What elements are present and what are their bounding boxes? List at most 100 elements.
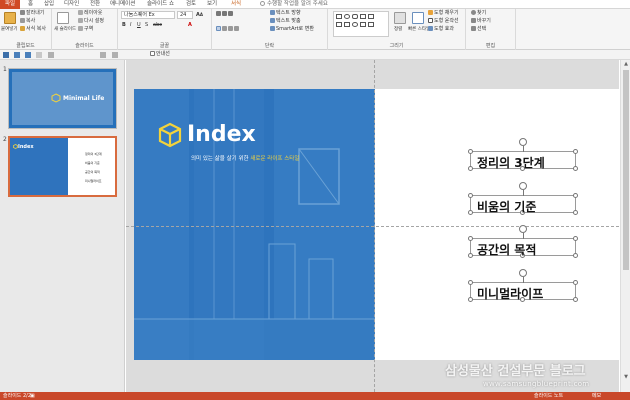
notes-button[interactable]: 슬라이드 노트 xyxy=(534,392,563,400)
scroll-down-icon[interactable]: ▼ xyxy=(623,374,629,380)
quick-styles-button[interactable]: 빠른 스타일 xyxy=(408,26,430,33)
current-slide[interactable]: Index 의미 있는 삶을 살기 위한 새로운 라이프 스타일 xyxy=(134,89,620,360)
select-button[interactable]: 선택 xyxy=(471,26,486,33)
qat-shape-icon[interactable] xyxy=(100,52,106,58)
shape-fill-button[interactable]: 도형 채우기 xyxy=(428,10,459,17)
slide-subtitle[interactable]: 의미 있는 삶을 살기 위한 새로운 라이프 스타일 xyxy=(191,154,299,162)
tab-view[interactable]: 보기 xyxy=(207,0,217,9)
resize-handle[interactable] xyxy=(468,236,473,241)
tab-design[interactable]: 디자인 xyxy=(64,0,79,9)
qat-text-icon[interactable] xyxy=(112,52,118,58)
resize-handle[interactable] xyxy=(573,236,578,241)
rectangle-shape-icon[interactable] xyxy=(336,14,342,19)
resize-handle[interactable] xyxy=(573,297,578,302)
tell-me-box[interactable]: 수행할 작업을 알려 주세요 xyxy=(260,0,328,9)
tab-home[interactable]: 홈 xyxy=(28,0,33,9)
slide-thumbnail-2[interactable]: Index 정리의 3단계 비움의 기준 공간의 목적 미니멀라이프 xyxy=(8,136,117,197)
copy-label: 복사 xyxy=(26,18,36,24)
rotate-handle[interactable] xyxy=(519,269,527,277)
oval-shape-icon[interactable] xyxy=(344,14,350,19)
comments-button[interactable]: 메모 xyxy=(592,392,601,400)
rotate-handle[interactable] xyxy=(519,138,527,146)
italic-button[interactable]: I xyxy=(130,22,131,29)
font-name-dropdown[interactable]: 나눔스퀘어 Ex xyxy=(121,11,175,19)
resize-handle[interactable] xyxy=(468,210,473,215)
shape-effects-button[interactable]: 도형 효과 xyxy=(428,26,454,33)
slide-title[interactable]: Index xyxy=(187,122,256,147)
slideshow-start-icon[interactable] xyxy=(36,52,42,58)
callout-shape-icon[interactable] xyxy=(368,22,374,27)
smartart-button[interactable]: SmartArt로 변환 xyxy=(270,26,314,33)
resize-handle[interactable] xyxy=(468,297,473,302)
tab-file[interactable]: 파일 xyxy=(0,0,20,9)
tab-transitions[interactable]: 전환 xyxy=(90,0,100,9)
align-buttons[interactable] xyxy=(216,26,240,33)
underline-button[interactable]: U xyxy=(137,22,141,29)
slide-thumbnail-1[interactable]: Minimal Life xyxy=(8,68,117,129)
rotate-handle[interactable] xyxy=(519,182,527,190)
rounded-rect-shape-icon[interactable] xyxy=(352,14,358,19)
tab-slideshow[interactable]: 슬라이드 쇼 xyxy=(147,0,174,9)
textbox-shape-icon[interactable] xyxy=(344,22,350,27)
arrange-button[interactable]: 정렬 xyxy=(394,26,402,33)
format-painter-button[interactable]: 서식 복사 xyxy=(20,26,46,33)
align-text-button[interactable]: 텍스트 맞춤 xyxy=(270,18,301,25)
triangle-shape-icon[interactable] xyxy=(336,22,342,27)
line-shape-icon[interactable] xyxy=(360,14,366,19)
tab-insert[interactable]: 삽입 xyxy=(44,0,54,9)
replace-icon xyxy=(471,18,476,23)
index-item-textbox[interactable]: 공간의 목적 xyxy=(468,225,578,258)
index-item-textbox[interactable]: 미니멀라이프 xyxy=(468,269,578,302)
tab-format[interactable]: 서식 xyxy=(231,0,241,9)
resize-handle[interactable] xyxy=(573,166,578,171)
horizontal-guide[interactable] xyxy=(126,226,619,227)
qat-extra-icon[interactable] xyxy=(48,52,54,58)
bullets-button[interactable] xyxy=(216,11,234,18)
resize-handle[interactable] xyxy=(573,280,578,285)
resize-handle[interactable] xyxy=(573,149,578,154)
strikethrough-button[interactable]: abc xyxy=(153,22,162,29)
resize-handle[interactable] xyxy=(573,193,578,198)
redo-icon[interactable] xyxy=(25,52,31,58)
bold-button[interactable]: B xyxy=(122,22,126,29)
tab-review[interactable]: 검토 xyxy=(186,0,196,9)
resize-handle[interactable] xyxy=(468,253,473,258)
star-shape-icon[interactable] xyxy=(360,22,366,27)
spellcheck-icon[interactable]: ▣ xyxy=(30,392,35,400)
font-grow-button[interactable]: AA xyxy=(196,11,203,18)
new-slide-button[interactable]: 새 슬라이드 xyxy=(54,26,76,33)
circle-shape-icon[interactable] xyxy=(352,22,358,27)
shadow-button[interactable]: S xyxy=(145,22,148,29)
replace-button[interactable]: 바꾸기 xyxy=(471,18,491,25)
font-color-button[interactable]: A xyxy=(188,22,192,29)
resize-handle[interactable] xyxy=(573,253,578,258)
arrow-shape-icon[interactable] xyxy=(368,14,374,19)
section-button[interactable]: 구역 xyxy=(78,26,93,33)
tab-animations[interactable]: 애니메이션 xyxy=(110,0,135,9)
index-item-textbox[interactable]: 비움의 기준 xyxy=(468,182,578,215)
vertical-scrollbar[interactable]: ▲ ▼ xyxy=(620,60,630,392)
resize-handle[interactable] xyxy=(468,149,473,154)
cut-button[interactable]: 잘라내기 xyxy=(20,10,44,17)
scroll-up-icon[interactable]: ▲ xyxy=(623,61,629,67)
paste-button[interactable]: 붙여넣기 xyxy=(1,26,18,33)
align-text-icon xyxy=(270,18,275,23)
undo-icon[interactable] xyxy=(14,52,20,58)
guides-checkbox[interactable]: 안내선 xyxy=(150,51,170,58)
text-direction-button[interactable]: 텍스트 방향 xyxy=(270,10,301,17)
resize-handle[interactable] xyxy=(468,193,473,198)
shape-outline-button[interactable]: 도형 윤곽선 xyxy=(428,18,459,25)
resize-handle[interactable] xyxy=(468,166,473,171)
shapes-gallery[interactable] xyxy=(333,11,389,37)
resize-handle[interactable] xyxy=(468,280,473,285)
layout-button[interactable]: 레이아웃 xyxy=(78,10,102,17)
scrollbar-thumb[interactable] xyxy=(623,70,629,270)
find-button[interactable]: 찾기 xyxy=(471,10,486,17)
index-item-textbox[interactable]: 정리의 3단계 xyxy=(468,138,578,171)
resize-handle[interactable] xyxy=(573,210,578,215)
reset-button[interactable]: 다시 설정 xyxy=(78,18,104,25)
rotate-handle[interactable] xyxy=(519,225,527,233)
font-size-dropdown[interactable]: 24 xyxy=(177,11,193,19)
save-icon[interactable] xyxy=(3,52,9,58)
copy-button[interactable]: 복사 xyxy=(20,18,35,25)
